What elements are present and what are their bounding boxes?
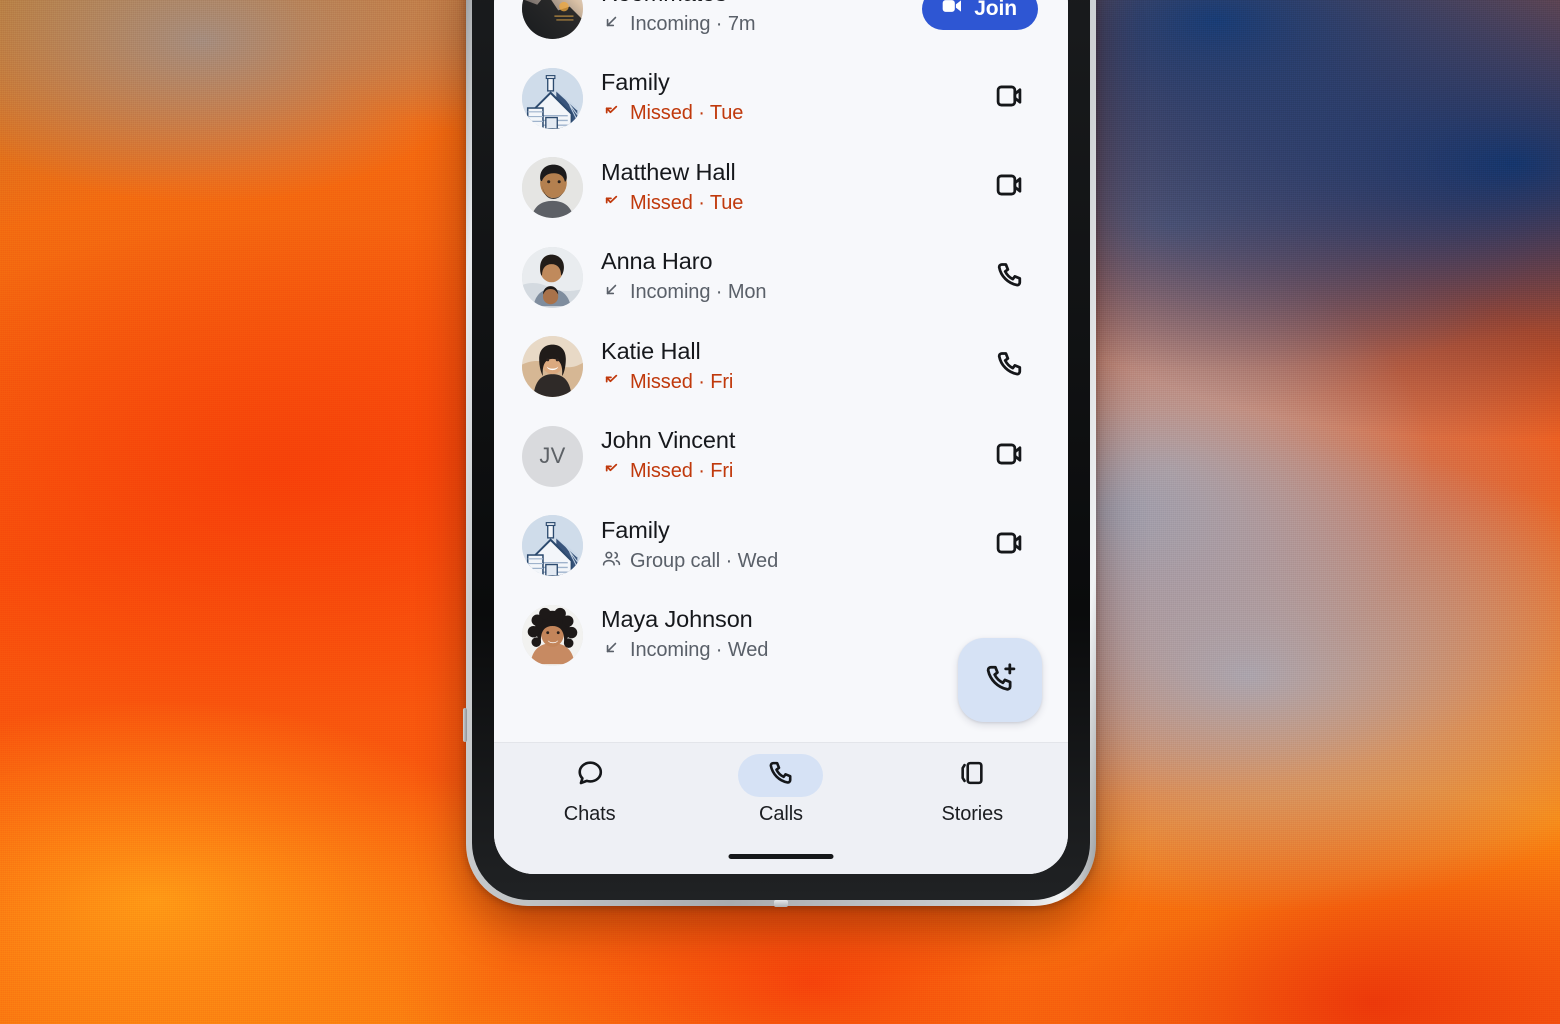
- call-row-text: Maya Johnson Incoming · Wed: [601, 606, 964, 664]
- phone-device: Roommates Incoming · 7m Join Family Missed ·…: [463, 0, 1096, 907]
- video-camera-icon: [993, 437, 1027, 476]
- avatar[interactable]: [522, 604, 583, 666]
- nav-tab-pill: [930, 754, 1015, 797]
- call-list-row[interactable]: Katie Hall Missed · Fri: [494, 322, 1068, 412]
- call-row-name: Maya Johnson: [601, 606, 753, 633]
- video-camera-icon: [993, 168, 1027, 207]
- call-row-status-text: Incoming · Wed: [630, 639, 769, 662]
- phone-icon: [993, 258, 1027, 297]
- people-icon: [601, 548, 622, 575]
- nav-tab-label: Chats: [563, 803, 616, 825]
- call-row-status-text: Incoming · Mon: [630, 281, 767, 304]
- video-camera-icon: [939, 0, 965, 25]
- call-list-row[interactable]: JV John Vincent Missed · Fri: [494, 412, 1068, 502]
- missed-call-arrow-icon: [601, 100, 622, 127]
- call-row-text: Family Group call · Wed: [601, 517, 964, 575]
- device-side-button[interactable]: [463, 708, 467, 742]
- missed-call-arrow-icon: [601, 190, 622, 217]
- call-row-status: Group call · Wed: [601, 548, 964, 575]
- join-call-button[interactable]: Join: [922, 0, 1038, 30]
- video-camera-icon: [993, 526, 1027, 565]
- call-row-status: Missed · Tue: [601, 100, 964, 127]
- call-row-name: Katie Hall: [601, 337, 701, 364]
- nav-tab-stories[interactable]: Stories: [897, 754, 1047, 826]
- call-list-row[interactable]: Family Group call · Wed: [494, 501, 1068, 591]
- call-row-text: Family Missed · Tue: [601, 69, 964, 127]
- call-row-name: Roommates: [601, 0, 904, 7]
- nav-tab-label: Stories: [941, 803, 1004, 825]
- phone-icon: [765, 757, 797, 794]
- nav-tab-calls[interactable]: Calls: [706, 754, 856, 826]
- home-indicator: [728, 854, 834, 859]
- avatar[interactable]: JV: [522, 425, 583, 487]
- missed-call-arrow-icon: [601, 369, 622, 396]
- video-camera-icon: [993, 79, 1027, 118]
- call-row-status: Incoming · Mon: [601, 279, 964, 306]
- call-row-status: Incoming · Wed: [601, 637, 964, 664]
- nav-tab-pill: [547, 754, 632, 797]
- avatar[interactable]: [522, 246, 583, 308]
- call-list-row[interactable]: Roommates Incoming · 7m Join: [494, 0, 1068, 54]
- video-call-button[interactable]: [982, 160, 1038, 216]
- new-call-fab-button[interactable]: [958, 638, 1042, 722]
- call-row-text: Anna Haro Incoming · Mon: [601, 248, 964, 306]
- call-history-list[interactable]: Roommates Incoming · 7m Join Family Missed ·…: [494, 0, 1068, 742]
- audio-call-button[interactable]: [982, 249, 1038, 305]
- avatar[interactable]: [522, 0, 583, 40]
- call-row-status-text: Missed · Fri: [630, 460, 734, 483]
- call-row-name: Anna Haro: [601, 248, 713, 275]
- call-row-status: Missed · Tue: [601, 190, 964, 217]
- device-bottom-nub: [774, 900, 788, 907]
- call-row-name: Family: [601, 516, 670, 543]
- call-list-row[interactable]: Matthew Hall Missed · Tue: [494, 143, 1068, 233]
- audio-call-button[interactable]: [982, 339, 1038, 395]
- arrow-down-left-icon: [601, 637, 622, 664]
- avatar[interactable]: [522, 336, 583, 398]
- video-call-button[interactable]: [982, 70, 1038, 126]
- stories-icon: [956, 757, 988, 794]
- video-call-button[interactable]: [982, 428, 1038, 484]
- avatar[interactable]: [522, 67, 583, 129]
- call-list-row[interactable]: Family Missed · Tue: [494, 54, 1068, 144]
- avatar-initials: JV: [539, 443, 566, 469]
- call-row-name: Matthew Hall: [601, 158, 736, 185]
- call-list-row[interactable]: Anna Haro Incoming · Mon: [494, 233, 1068, 323]
- arrow-down-left-icon: [601, 279, 622, 306]
- call-row-status-text: Incoming · 7m: [630, 12, 756, 35]
- call-row-status-text: Missed · Tue: [630, 191, 744, 214]
- call-row-text: Roommates Incoming · 7m: [601, 0, 904, 38]
- join-call-label: Join: [974, 0, 1017, 20]
- call-row-name: John Vincent: [601, 427, 736, 454]
- phone-screen: Roommates Incoming · 7m Join Family Missed ·…: [494, 0, 1068, 874]
- call-row-text: Matthew Hall Missed · Tue: [601, 159, 964, 217]
- arrow-down-left-icon: [601, 11, 622, 38]
- call-row-name: Family: [601, 69, 670, 96]
- missed-call-arrow-icon: [601, 458, 622, 485]
- call-row-status: Incoming · 7m: [601, 11, 904, 38]
- call-row-status-text: Group call · Wed: [630, 549, 779, 572]
- nav-tab-chats[interactable]: Chats: [515, 754, 665, 826]
- call-row-text: John Vincent Missed · Fri: [601, 427, 964, 485]
- call-row-status: Missed · Fri: [601, 458, 964, 485]
- avatar[interactable]: [522, 515, 583, 577]
- chat-bubble-icon: [574, 757, 606, 794]
- nav-tab-label: Calls: [759, 803, 803, 825]
- nav-tab-pill: [738, 754, 824, 797]
- call-row-status-text: Missed · Fri: [630, 370, 734, 393]
- video-call-button[interactable]: [982, 518, 1038, 574]
- call-row-text: Katie Hall Missed · Fri: [601, 338, 964, 396]
- phone-add-icon: [981, 660, 1019, 701]
- phone-icon: [993, 347, 1027, 386]
- call-row-status-text: Missed · Tue: [630, 102, 744, 125]
- phone-bezel: Roommates Incoming · 7m Join Family Missed ·…: [472, 0, 1090, 900]
- call-row-status: Missed · Fri: [601, 369, 964, 396]
- avatar[interactable]: [522, 157, 583, 219]
